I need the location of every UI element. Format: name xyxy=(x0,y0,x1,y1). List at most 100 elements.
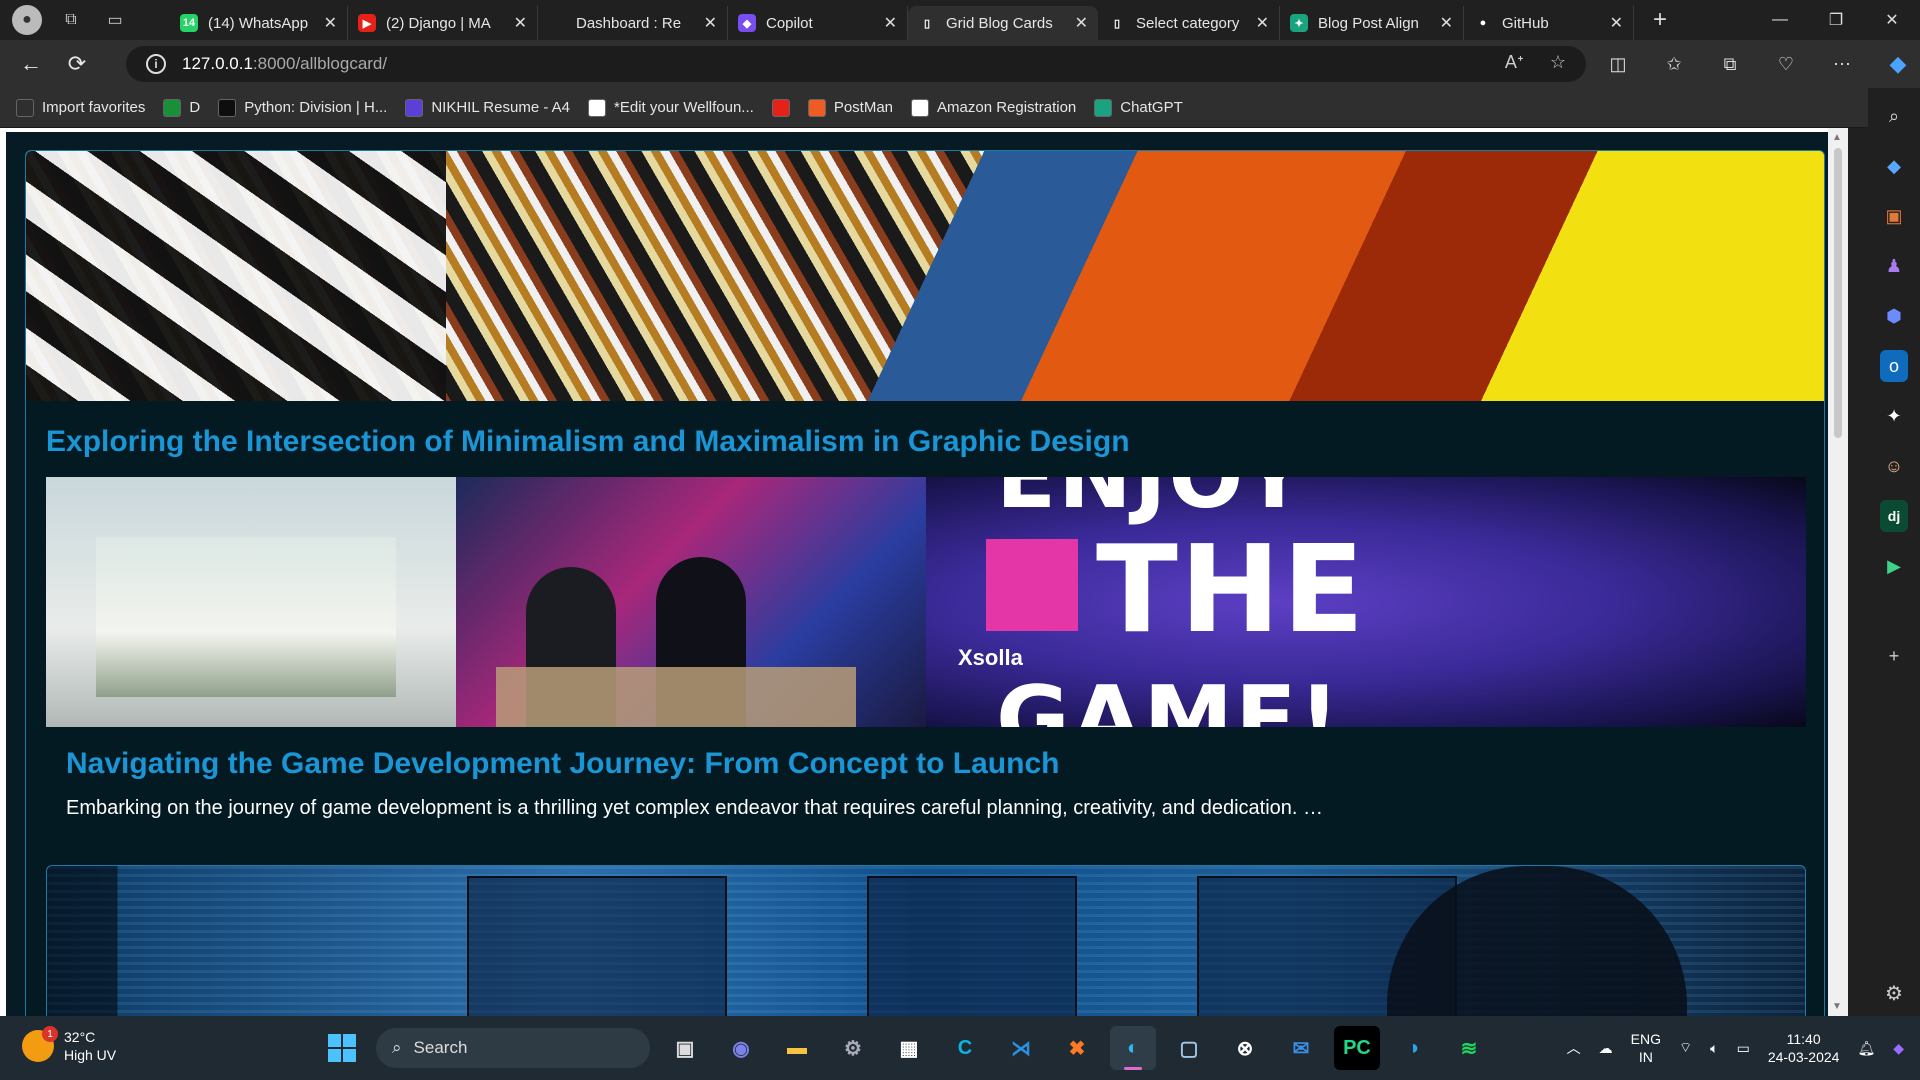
refresh-icon[interactable]: ⟳ xyxy=(54,46,100,82)
blog-post-card-next[interactable] xyxy=(46,865,1806,1016)
favorite-item[interactable]: *Edit your Wellfoun... xyxy=(588,98,754,117)
site-info-icon[interactable]: i xyxy=(146,54,166,74)
chatgpt-sidebar-icon[interactable]: ✦ xyxy=(1880,400,1908,432)
favorite-item[interactable]: ChatGPT xyxy=(1094,98,1183,117)
play-app-icon[interactable]: ▶ xyxy=(1880,550,1908,582)
sidebar-settings-icon[interactable]: ⚙ xyxy=(1885,981,1903,1006)
tab-close-icon[interactable]: ✕ xyxy=(1256,13,1269,33)
blog-post-card[interactable]: ENJOY THE Xsolla GAME! Navigating the Ga… xyxy=(46,477,1806,847)
minimize-icon[interactable]: — xyxy=(1752,0,1808,40)
battery-icon[interactable]: ▭ xyxy=(1737,1040,1750,1057)
copilot-icon[interactable]: ◆ xyxy=(1880,46,1916,82)
tab-actions-icon[interactable]: ▭ xyxy=(100,5,130,35)
tab-close-icon[interactable]: ✕ xyxy=(884,13,897,33)
page-scrollbar[interactable]: ▲ ▼ xyxy=(1828,128,1848,1016)
language-indicator[interactable]: ENG IN xyxy=(1631,1030,1661,1066)
xbox-icon[interactable]: ⊗ xyxy=(1222,1026,1268,1070)
close-window-icon[interactable]: ✕ xyxy=(1864,0,1920,40)
profile-avatar-icon[interactable]: ● xyxy=(12,5,42,35)
pycharm-icon[interactable]: PC xyxy=(1334,1026,1380,1070)
scrollbar-thumb[interactable] xyxy=(1834,148,1842,438)
tab-close-icon[interactable]: ✕ xyxy=(1440,13,1453,33)
outlook-new-icon[interactable]: ✉ xyxy=(1278,1026,1324,1070)
favorite-item[interactable]: Python: Division | H... xyxy=(218,98,387,117)
workspaces-icon[interactable]: ⧉ xyxy=(56,5,86,35)
tab-close-icon[interactable]: ✕ xyxy=(1610,13,1623,33)
tab-close-icon[interactable]: ✕ xyxy=(1075,13,1088,33)
scroll-up-icon[interactable]: ▲ xyxy=(1832,132,1842,143)
store-icon[interactable]: ▦ xyxy=(886,1026,932,1070)
tab-1[interactable]: 14 (14) WhatsApp ✕ xyxy=(170,6,348,40)
tab-close-icon[interactable]: ✕ xyxy=(324,13,337,33)
favorite-star-icon[interactable]: ☆ xyxy=(1550,52,1566,73)
new-tab-button[interactable]: + xyxy=(1640,6,1680,34)
tab-label: Grid Blog Cards xyxy=(946,14,1053,32)
photos-app-icon[interactable]: ▢ xyxy=(1166,1026,1212,1070)
tab-3[interactable]: Dashboard : Re ✕ xyxy=(538,6,728,40)
tab-close-icon[interactable]: ✕ xyxy=(704,13,717,33)
read-aloud-icon[interactable]: Aᐩ xyxy=(1505,52,1524,73)
tab-2[interactable]: ▶ (2) Django | MA ✕ xyxy=(348,6,538,40)
favorite-item[interactable]: NIKHIL Resume - A4 xyxy=(405,98,571,117)
favorites-icon[interactable]: ✩ xyxy=(1656,46,1692,82)
postman-icon xyxy=(807,98,826,117)
wifi-icon[interactable]: ⌔ xyxy=(1679,1039,1692,1057)
edge-sidebar: ⌕ ◆ ▣ ♟ ⬢ o ✦ ☺ dj ▶ + ⚙ xyxy=(1868,88,1920,1016)
tab-close-icon[interactable]: ✕ xyxy=(514,13,527,33)
favorite-item[interactable]: PostMan xyxy=(807,98,893,117)
avatar-app-icon[interactable]: ☺ xyxy=(1880,450,1908,482)
address-bar[interactable]: i 127.0.0.1:8000/allblogcard/ Aᐩ ☆ xyxy=(126,46,1586,82)
favorite-item[interactable]: Import favorites xyxy=(16,98,145,117)
clock[interactable]: 11:40 24-03-2024 xyxy=(1768,1030,1840,1066)
tab-label: (2) Django | MA xyxy=(386,14,491,32)
edge-browser-icon[interactable]: ◐ xyxy=(1110,1026,1156,1070)
back-arrow-icon[interactable]: ← xyxy=(8,46,54,82)
favorite-item[interactable]: Amazon Registration xyxy=(911,98,1076,117)
split-screen-icon[interactable]: ◫ xyxy=(1600,46,1636,82)
browser-essentials-icon[interactable]: ♡ xyxy=(1768,46,1804,82)
weather-widget[interactable]: 1 32°C High UV xyxy=(22,1026,116,1064)
add-sidebar-app-icon[interactable]: + xyxy=(1880,640,1908,672)
scroll-down-icon[interactable]: ▼ xyxy=(1832,1001,1842,1012)
taskbar-search[interactable]: ⌕ Search xyxy=(376,1028,650,1068)
file-explorer-icon[interactable]: ▬ xyxy=(774,1026,820,1070)
tab-4[interactable]: ◆ Copilot ✕ xyxy=(728,6,908,40)
shopping-tag-icon[interactable]: ◆ xyxy=(1880,150,1908,182)
favorite-label: NIKHIL Resume - A4 xyxy=(431,99,571,116)
weather-badge: 1 xyxy=(42,1026,58,1042)
notification-bell-icon[interactable]: 🔔︎ xyxy=(1857,1040,1875,1057)
teams-meet-icon[interactable]: ◉ xyxy=(718,1026,764,1070)
restore-icon[interactable]: ❐ xyxy=(1808,0,1864,40)
outlook-icon[interactable]: o xyxy=(1880,350,1908,382)
tab-6[interactable]: ▯ Select category ✕ xyxy=(1098,6,1280,40)
windows-start-icon[interactable] xyxy=(328,1034,356,1062)
featured-post-title[interactable]: Exploring the Intersection of Minimalism… xyxy=(46,425,1130,459)
copilot-taskbar-icon[interactable]: ◆ xyxy=(1893,1040,1904,1057)
lang-top: ENG xyxy=(1630,1031,1661,1047)
tab-5[interactable]: ▯ Grid Blog Cards ✕ xyxy=(908,6,1098,40)
spotify-icon[interactable]: ≋ xyxy=(1446,1026,1492,1070)
favorite-item[interactable] xyxy=(771,98,790,117)
collections-icon[interactable]: ⧉ xyxy=(1712,46,1748,82)
post-title[interactable]: Navigating the Game Development Journey:… xyxy=(66,747,1059,781)
featured-blog-card[interactable]: Exploring the Intersection of Minimalism… xyxy=(25,150,1825,1016)
onedrive-icon[interactable]: ☁ xyxy=(1599,1040,1613,1057)
tab-label: GitHub xyxy=(1502,14,1549,32)
tab-7[interactable]: ✦ Blog Post Align ✕ xyxy=(1280,6,1464,40)
more-menu-icon[interactable]: ⋯ xyxy=(1824,46,1860,82)
edge-dev-icon[interactable]: ◑ xyxy=(1390,1026,1436,1070)
django-sidebar-icon[interactable]: dj xyxy=(1880,500,1908,532)
tab-8[interactable]: ● GitHub ✕ xyxy=(1464,6,1634,40)
search-icon[interactable]: ⌕ xyxy=(1880,100,1908,132)
volume-icon[interactable]: 🔈︎ xyxy=(1710,1040,1718,1057)
favorite-item[interactable]: D xyxy=(163,98,200,117)
copilot-sidebar-icon[interactable]: ⬢ xyxy=(1880,300,1908,332)
tray-chevron-icon[interactable]: ︿ xyxy=(1567,1038,1581,1058)
xampp-icon[interactable]: ✖ xyxy=(1054,1026,1100,1070)
settings-app-icon[interactable]: ⚙ xyxy=(830,1026,876,1070)
vscode-icon[interactable]: ⋊ xyxy=(998,1026,1044,1070)
task-view-icon[interactable]: ▣ xyxy=(662,1026,708,1070)
canva-icon[interactable]: C xyxy=(942,1026,988,1070)
tools-icon[interactable]: ▣ xyxy=(1880,200,1908,232)
games-icon[interactable]: ♟ xyxy=(1880,250,1908,282)
